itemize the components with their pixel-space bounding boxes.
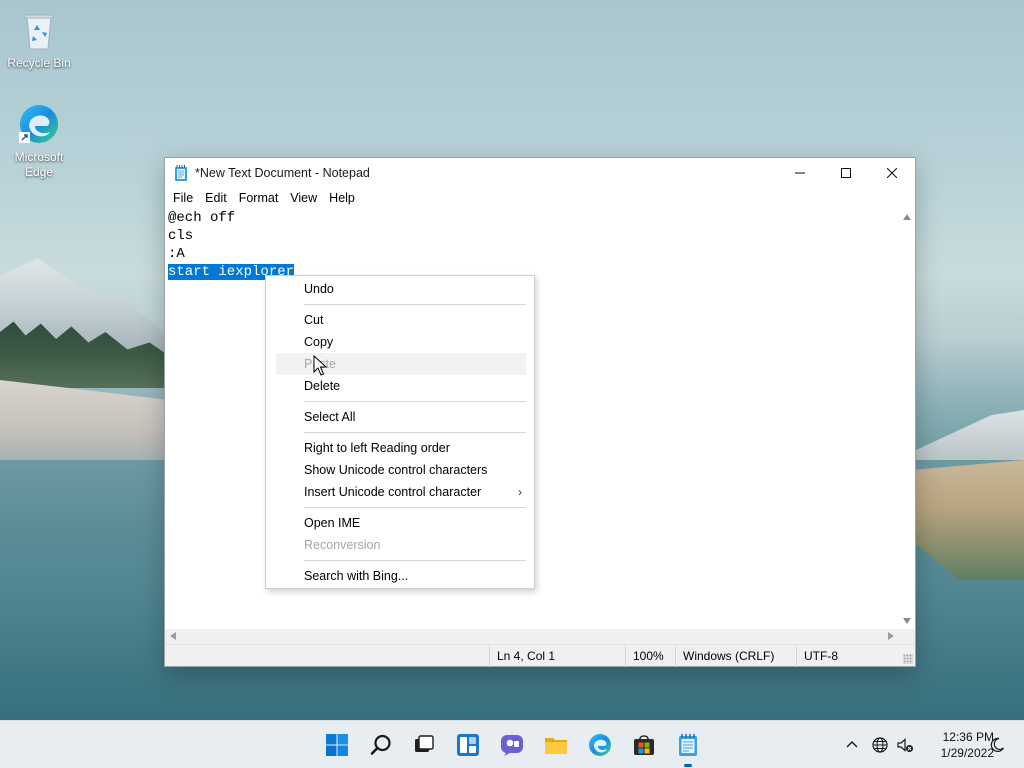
menu-item-insert-unicode[interactable]: Insert Unicode control character › [276, 481, 526, 503]
clock-time: 12:36 PM [942, 730, 994, 744]
editor-line: cls [168, 228, 194, 244]
scroll-down-arrow-icon[interactable] [903, 618, 911, 624]
desktop-icon-edge[interactable]: Microsoft Edge [1, 102, 77, 180]
focus-assist-moon-icon[interactable] [988, 736, 1006, 754]
menu-item-cut[interactable]: Cut [276, 309, 526, 331]
editor-line: :A [168, 246, 185, 262]
status-encoding: UTF-8 [796, 645, 915, 667]
desktop-icon-label: Recycle Bin [7, 56, 71, 70]
desktop-icon-recycle-bin[interactable]: Recycle Bin [1, 8, 77, 71]
status-zoom: 100% [625, 645, 675, 667]
menu-help[interactable]: Help [323, 187, 361, 209]
menu-item-undo[interactable]: Undo [276, 278, 526, 300]
wallpaper-shore-right [916, 460, 1024, 580]
minimize-icon [795, 172, 805, 173]
scroll-right-arrow-icon[interactable] [888, 632, 894, 640]
recycle-bin-icon [24, 14, 54, 50]
menu-separator [304, 507, 526, 508]
menu-item-reconversion[interactable]: Reconversion [276, 534, 526, 556]
status-position: Ln 4, Col 1 [489, 645, 625, 667]
wallpaper-mountain-right [916, 410, 1024, 460]
widgets-icon[interactable] [456, 733, 480, 757]
notepad-taskbar-icon[interactable] [676, 733, 700, 757]
start-icon[interactable] [325, 733, 349, 757]
window-title: *New Text Document - Notepad [195, 165, 370, 180]
horizontal-scrollbar[interactable] [165, 629, 899, 644]
store-icon[interactable] [632, 733, 656, 757]
menu-item-search-bing[interactable]: Search with Bing... [276, 565, 526, 587]
menu-format[interactable]: Format [233, 187, 285, 209]
close-button[interactable] [869, 158, 915, 187]
minimize-button[interactable] [777, 158, 823, 187]
title-bar[interactable]: *New Text Document - Notepad [165, 158, 915, 187]
wallpaper-shore-left [0, 380, 170, 460]
task-view-icon[interactable] [412, 733, 436, 757]
menu-view[interactable]: View [284, 187, 323, 209]
chevron-right-icon: › [518, 485, 522, 499]
resize-grip-icon[interactable] [903, 654, 913, 664]
file-explorer-icon[interactable] [544, 733, 568, 757]
menu-file[interactable]: File [167, 187, 199, 209]
maximize-icon [841, 167, 851, 178]
desktop-icon-label-line1: Microsoft [14, 150, 64, 164]
menu-item-select-all[interactable]: Select All [276, 406, 526, 428]
globe-network-icon[interactable] [871, 736, 889, 754]
menu-separator [304, 432, 526, 433]
notepad-icon [175, 164, 187, 181]
clock-date: 1/29/2022 [940, 746, 994, 760]
menu-item-copy[interactable]: Copy [276, 331, 526, 353]
search-icon[interactable] [369, 733, 393, 757]
desktop-icon-label-line2: Edge [24, 165, 54, 179]
speaker-muted-icon[interactable] [896, 736, 914, 754]
clock[interactable]: 12:36 PM 1/29/2022 [918, 729, 994, 761]
edge-icon [19, 105, 58, 143]
menu-edit[interactable]: Edit [199, 187, 233, 209]
vertical-scrollbar[interactable] [899, 209, 915, 629]
menu-item-rtl-reading-order[interactable]: Right to left Reading order [276, 437, 526, 459]
edge-icon[interactable] [588, 733, 612, 757]
chevron-up-icon[interactable] [843, 736, 861, 754]
menu-item-delete[interactable]: Delete [276, 375, 526, 397]
scroll-up-arrow-icon[interactable] [903, 214, 911, 220]
menu-separator [304, 304, 526, 305]
menu-item-show-unicode[interactable]: Show Unicode control characters [276, 459, 526, 481]
menu-item-open-ime[interactable]: Open IME [276, 512, 526, 534]
menu-item-insert-unicode-label: Insert Unicode control character [304, 485, 482, 499]
status-line-ending: Windows (CRLF) [675, 645, 796, 667]
taskbar: 12:36 PM 1/29/2022 [0, 720, 1024, 768]
mouse-cursor-icon [313, 355, 327, 376]
menu-separator [304, 401, 526, 402]
editor-line: @ech off [168, 210, 236, 226]
menu-separator [304, 560, 526, 561]
scrollbar-corner [899, 629, 915, 644]
scroll-left-arrow-icon[interactable] [170, 632, 176, 640]
close-icon [887, 167, 897, 178]
maximize-button[interactable] [823, 158, 869, 187]
status-bar: Ln 4, Col 1 100% Windows (CRLF) UTF-8 [165, 644, 915, 667]
menu-bar: File Edit Format View Help [165, 187, 915, 209]
active-app-indicator [684, 764, 692, 767]
chat-icon[interactable] [500, 733, 524, 757]
context-menu: Undo Cut Copy Paste Delete Select All Ri… [265, 275, 535, 589]
